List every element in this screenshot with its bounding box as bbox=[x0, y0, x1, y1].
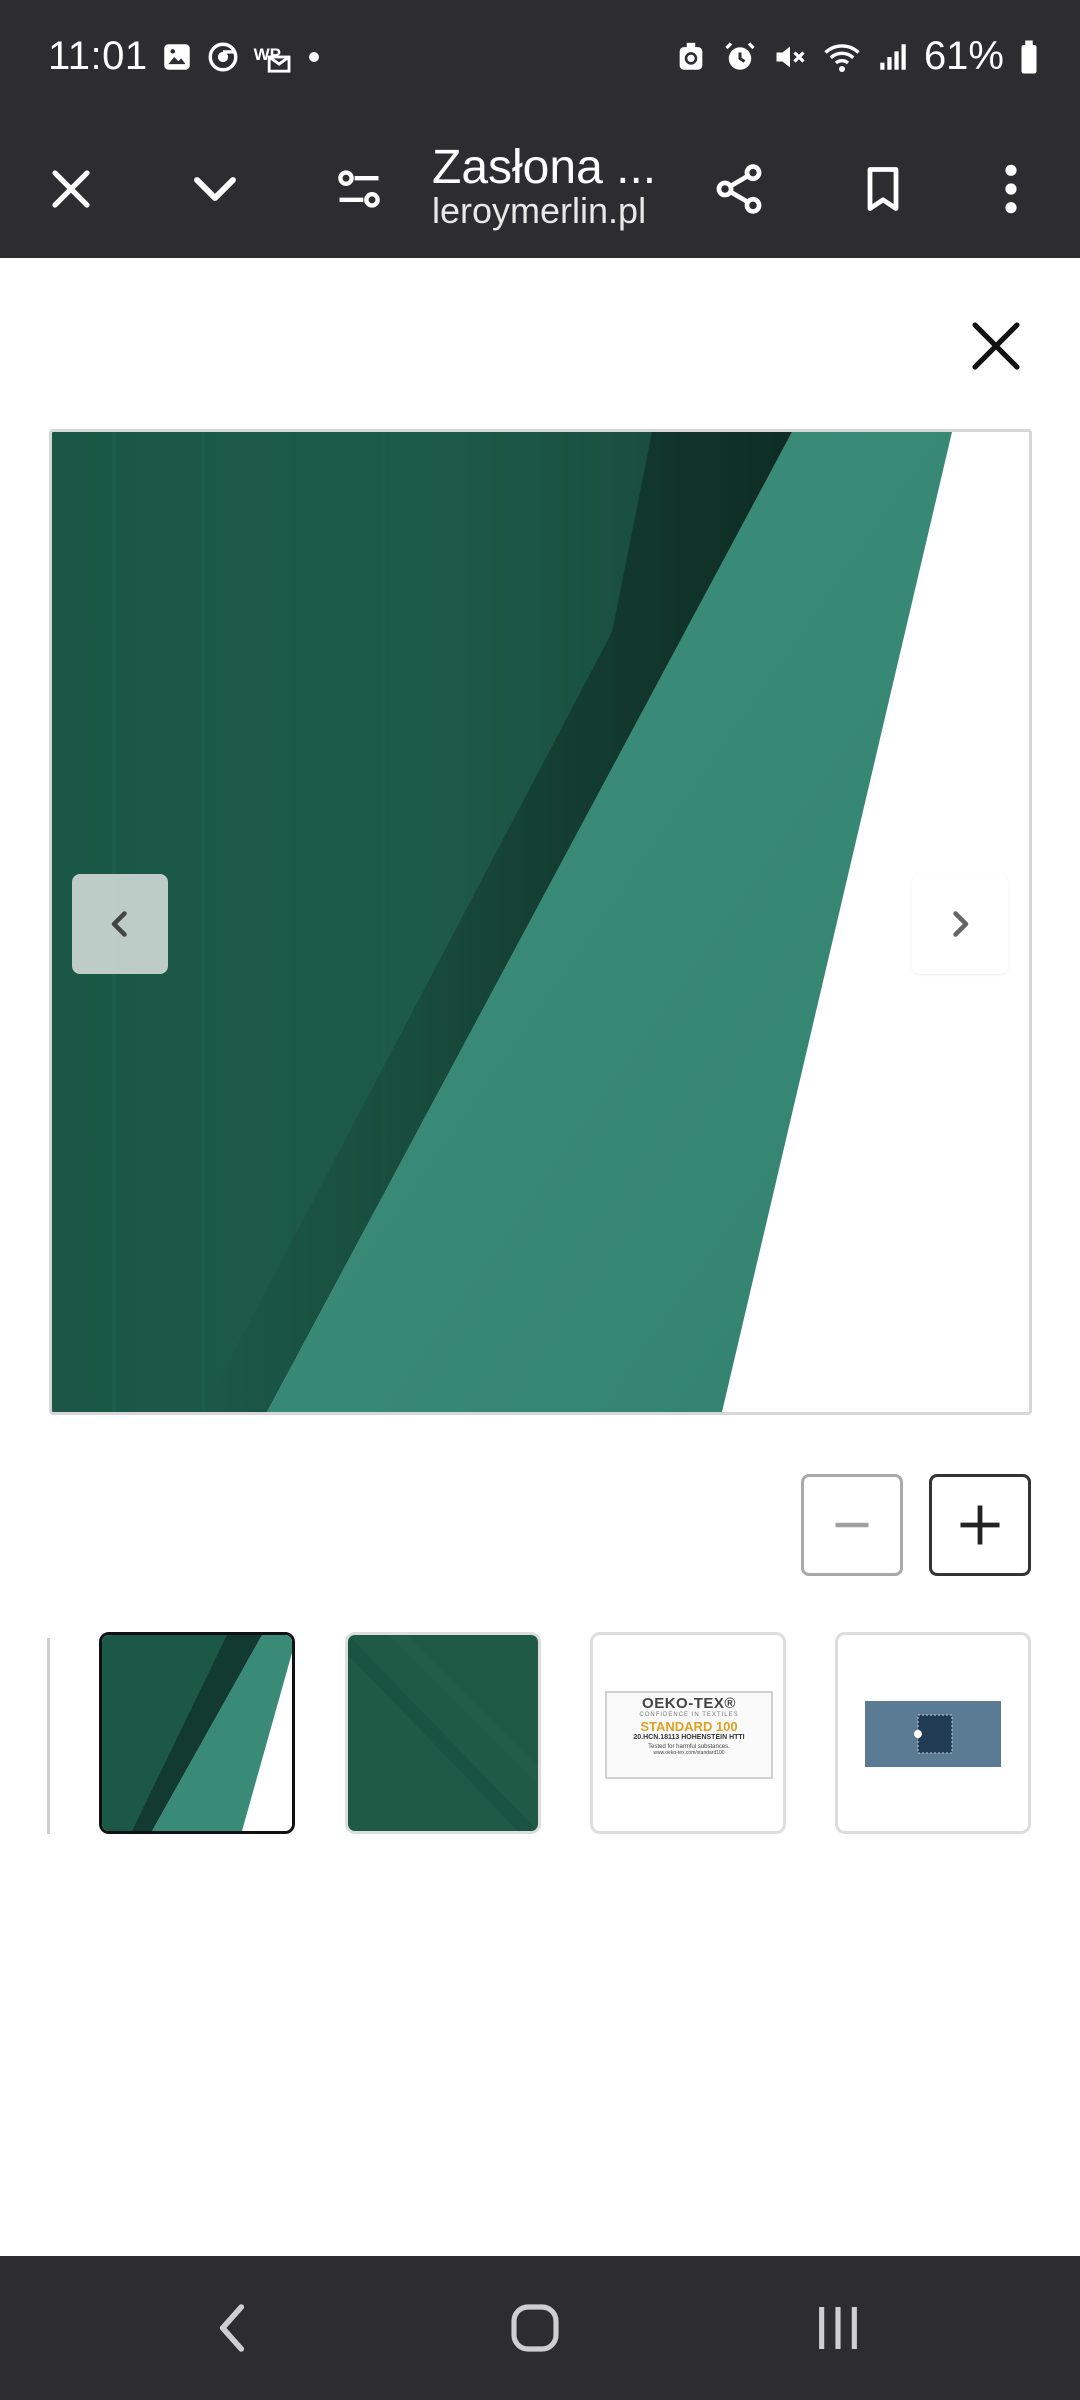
page-title: Zasłona ... bbox=[432, 141, 657, 194]
close-tab-button[interactable] bbox=[28, 146, 114, 232]
page-url: leroymerlin.pl bbox=[432, 190, 647, 231]
plus-icon bbox=[960, 1505, 1000, 1545]
recycle-icon bbox=[679, 42, 703, 70]
zoom-out-button[interactable] bbox=[801, 1474, 903, 1576]
product-image[interactable] bbox=[49, 429, 1032, 1415]
signal-icon bbox=[880, 43, 906, 70]
bookmark-icon bbox=[867, 167, 899, 211]
previous-image-button[interactable] bbox=[72, 874, 168, 974]
thumb-fabric-image bbox=[348, 1635, 538, 1831]
oeko-standard: STANDARD 100 bbox=[640, 1719, 738, 1734]
chevron-down-icon bbox=[194, 177, 236, 201]
thumb-oeko-tex[interactable]: OEKO-TEX® CONFIDENCE IN TEXTILES STANDAR… bbox=[590, 1632, 786, 1834]
wp-mail-icon: WP bbox=[254, 45, 291, 73]
share-icon bbox=[716, 164, 762, 214]
status-time: 11:01 bbox=[48, 34, 148, 78]
next-image-button[interactable] bbox=[912, 874, 1008, 974]
more-options-button[interactable] bbox=[968, 146, 1054, 232]
browser-toolbar: Zasłona ... leroymerlin.pl bbox=[0, 120, 1080, 258]
status-bar: 11:01 WP 61% bbox=[0, 0, 1080, 120]
thumb-partial[interactable] bbox=[44, 1638, 50, 1834]
close-icon bbox=[972, 322, 1020, 370]
oeko-number: 20.HCN.18113 HOHENSTEIN HTTI bbox=[633, 1734, 745, 1741]
thumb-curtain-fold[interactable] bbox=[99, 1632, 295, 1834]
thumb-blue-swatch-image bbox=[838, 1635, 1028, 1831]
curtain-photo bbox=[52, 432, 1029, 1412]
wifi-icon bbox=[824, 43, 860, 72]
close-icon bbox=[52, 170, 90, 208]
alarm-icon bbox=[725, 41, 755, 70]
chevron-left-icon bbox=[111, 911, 127, 937]
bookmark-button[interactable] bbox=[840, 146, 926, 232]
thumb-blue-swatch[interactable] bbox=[835, 1632, 1031, 1834]
back-button[interactable] bbox=[182, 2286, 282, 2370]
mute-icon bbox=[776, 46, 805, 67]
chevron-right-icon bbox=[953, 911, 969, 937]
dot-icon bbox=[309, 52, 319, 62]
oeko-site: www.oeko-tex.com/standard100 bbox=[653, 1750, 725, 1756]
home-button[interactable] bbox=[485, 2286, 585, 2370]
notification-icons: WP bbox=[160, 40, 324, 74]
recents-icon bbox=[819, 2307, 857, 2349]
gallery-icon bbox=[164, 44, 190, 70]
thumb-curtain-fold-image bbox=[102, 1635, 292, 1831]
battery-percent: 61% bbox=[923, 34, 1004, 78]
page-settings-icon bbox=[338, 170, 380, 208]
back-icon bbox=[219, 2304, 245, 2352]
oeko-brand: OEKO-TEX® bbox=[642, 1695, 736, 1712]
page-title-area[interactable]: Zasłona ... leroymerlin.pl bbox=[432, 120, 692, 258]
recents-button[interactable] bbox=[788, 2286, 888, 2370]
page-settings-button[interactable] bbox=[316, 146, 402, 232]
share-button[interactable] bbox=[696, 146, 782, 232]
home-icon bbox=[511, 2304, 559, 2352]
system-nav-bar bbox=[0, 2256, 1080, 2400]
oeko-tex-label: OEKO-TEX® CONFIDENCE IN TEXTILES STANDAR… bbox=[605, 1691, 773, 1779]
thumbnail-strip[interactable]: OEKO-TEX® CONFIDENCE IN TEXTILES STANDAR… bbox=[0, 1632, 1080, 1836]
zoom-in-button[interactable] bbox=[929, 1474, 1031, 1576]
chrome-icon bbox=[208, 42, 238, 72]
minus-icon bbox=[835, 1522, 869, 1528]
more-vert-icon bbox=[1005, 164, 1017, 214]
status-right: 61% bbox=[674, 34, 1040, 79]
minimize-button[interactable] bbox=[172, 146, 258, 232]
gallery-close-button[interactable] bbox=[960, 310, 1032, 382]
oeko-tagline: CONFIDENCE IN TEXTILES bbox=[639, 1712, 739, 1718]
battery-icon bbox=[1021, 40, 1037, 73]
thumb-fabric[interactable] bbox=[345, 1632, 541, 1834]
